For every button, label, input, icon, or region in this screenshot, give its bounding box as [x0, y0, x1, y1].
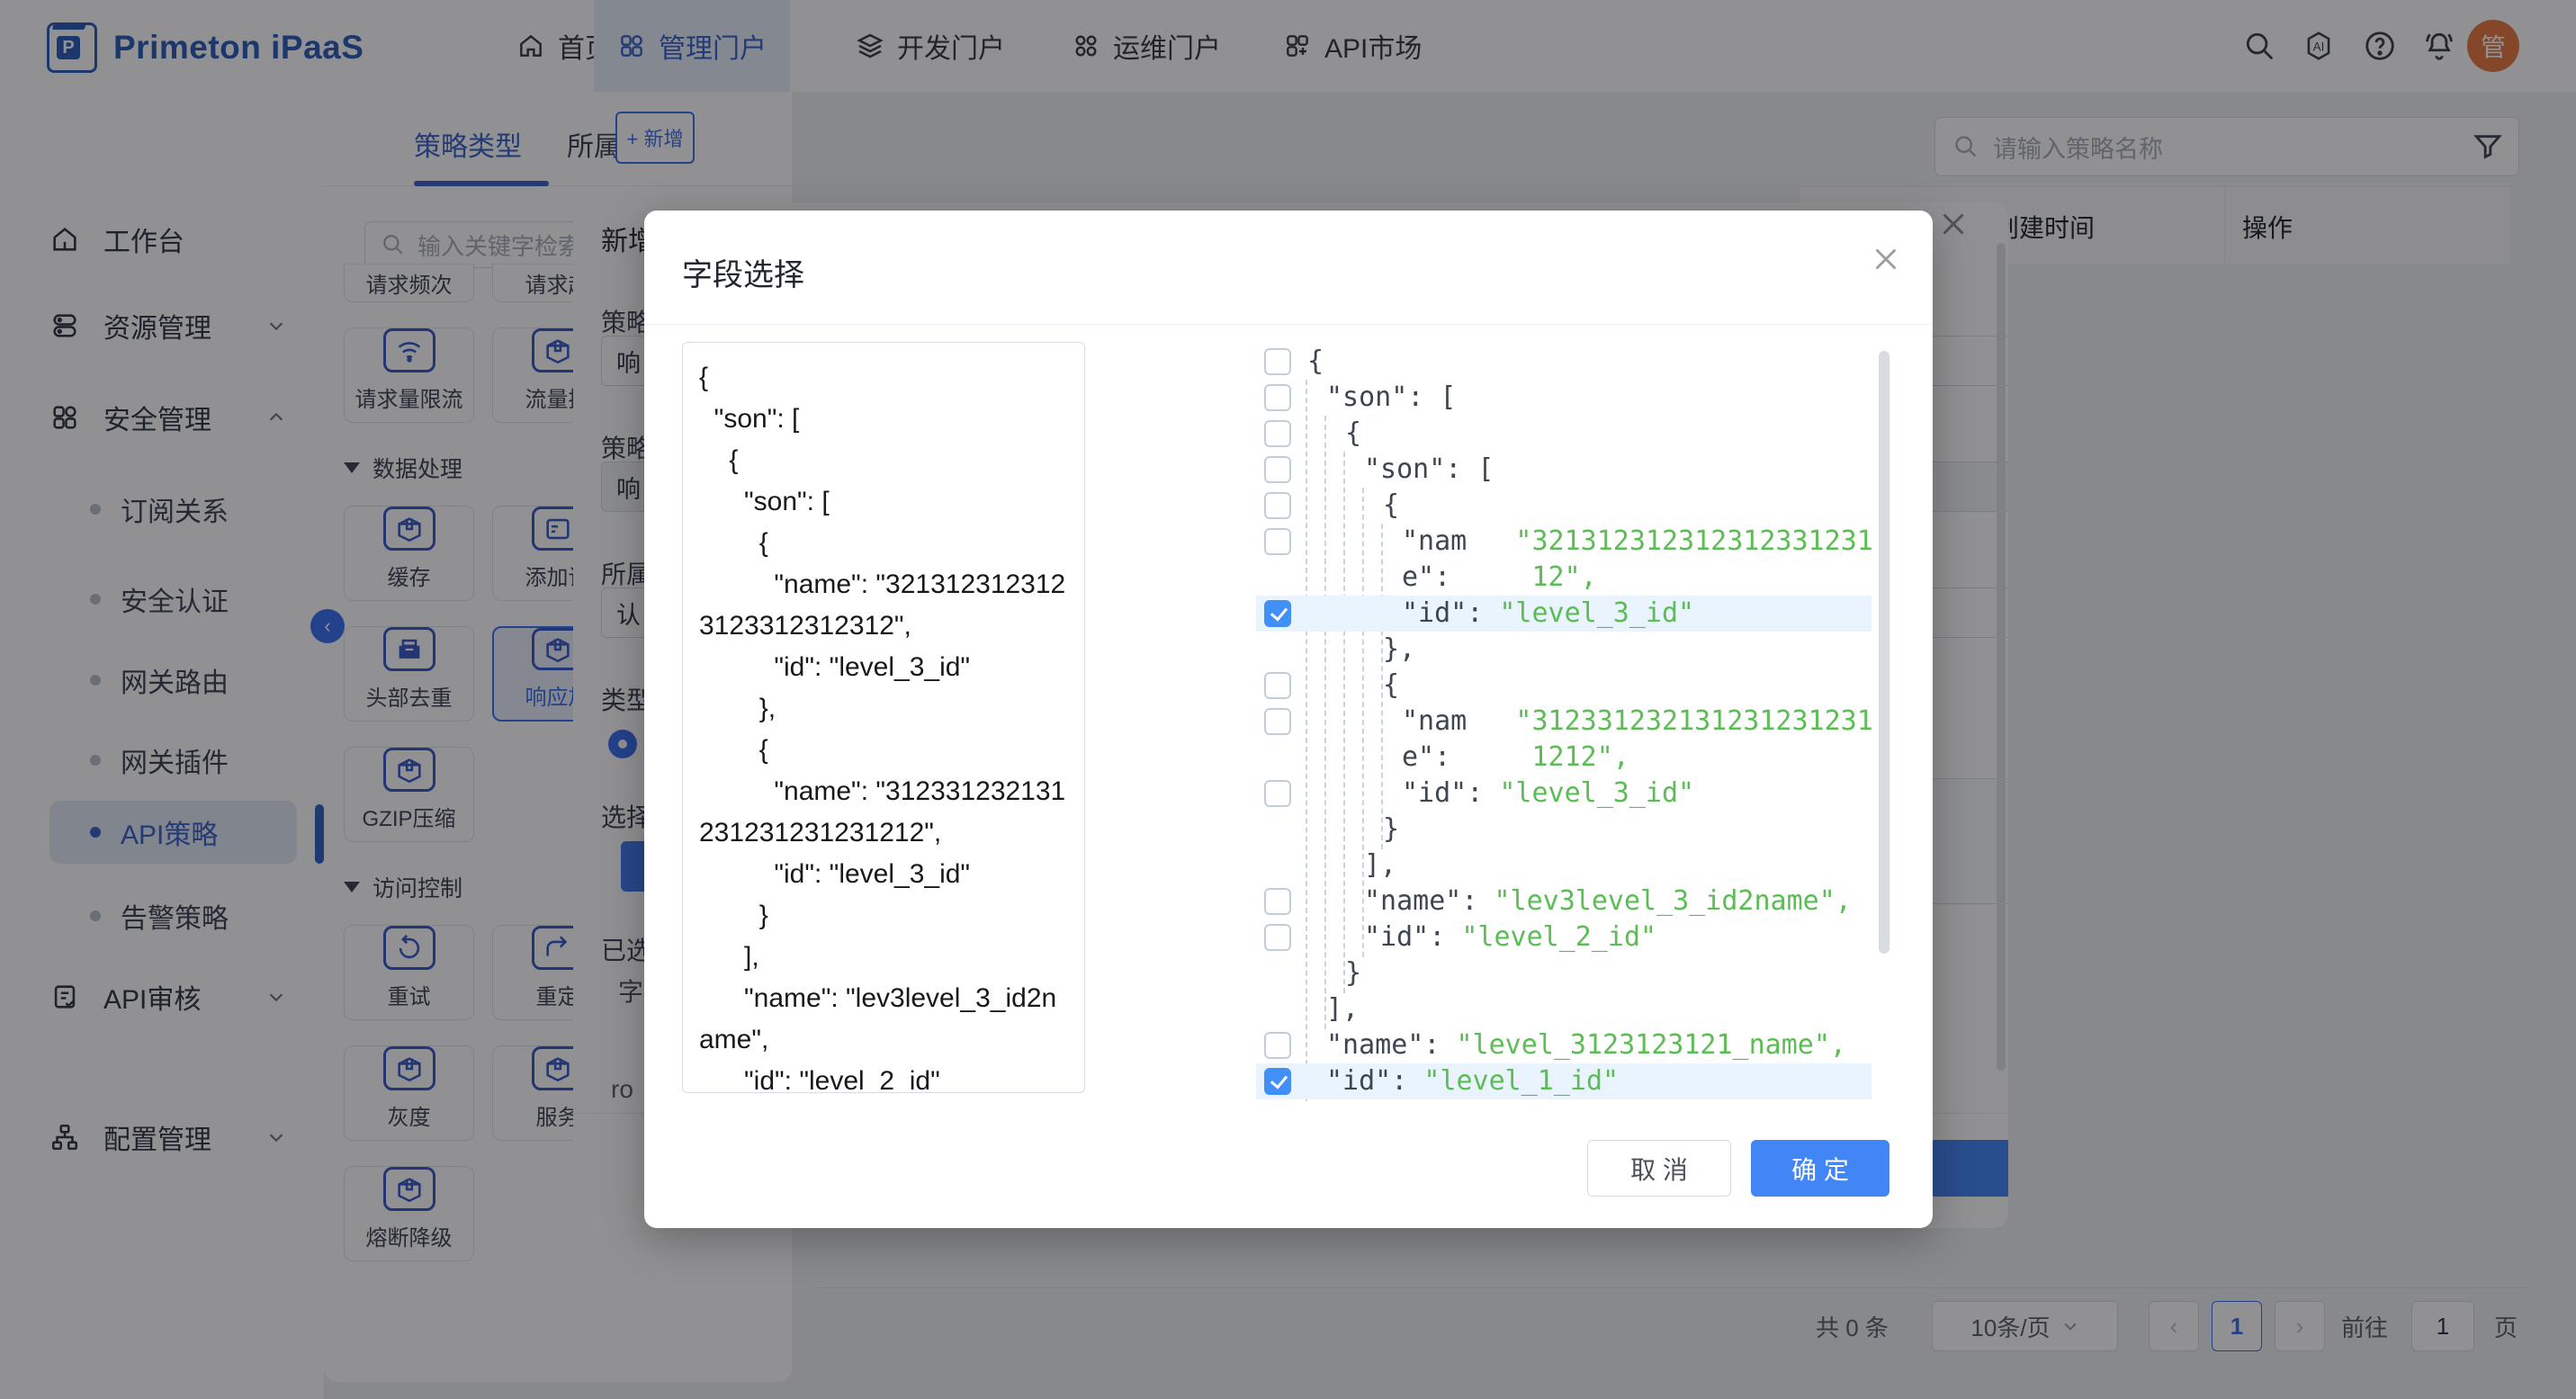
checkbox-unchecked[interactable] [1264, 348, 1291, 375]
tree-row: ], [1256, 847, 1871, 883]
tree-row: e": 12", [1256, 560, 1871, 596]
tree-row: e": 1212", [1256, 740, 1871, 776]
checkbox-checked[interactable] [1264, 1068, 1291, 1095]
tree-row: }, [1256, 632, 1871, 668]
close-icon[interactable] [1870, 243, 1902, 275]
tree-row: "name": "level_3123123121_name", [1256, 1027, 1871, 1063]
modal-title: 字段选择 [682, 250, 804, 294]
tree-row: "id": "level_3_id" [1256, 776, 1871, 812]
checkbox-unchecked[interactable] [1264, 492, 1291, 519]
field-select-modal: 字段选择 { "son": [ { "son": [ { "name": "32… [644, 211, 1933, 1228]
checkbox-unchecked[interactable] [1264, 708, 1291, 735]
tree-row: } [1256, 812, 1871, 847]
tree-row: "nam "31233123213123123123123 [1256, 704, 1871, 740]
checkbox-unchecked[interactable] [1264, 420, 1291, 447]
tree-row: "id": "level_2_id" [1256, 919, 1871, 955]
tree-row: "id": "level_1_id" [1256, 1063, 1871, 1099]
tree-row: "son": [ [1256, 452, 1871, 488]
checkbox-checked[interactable] [1264, 600, 1291, 627]
checkbox-unchecked[interactable] [1264, 888, 1291, 915]
tree-scrollbar[interactable] [1879, 351, 1889, 954]
tree-row: ], [1256, 991, 1871, 1027]
json-field-tree: {"son": [{"son": [{"nam "321312312312312… [1256, 344, 1871, 1101]
checkbox-unchecked[interactable] [1264, 456, 1291, 483]
tree-row: { [1256, 416, 1871, 452]
checkbox-unchecked[interactable] [1264, 924, 1291, 951]
tree-row: } [1256, 955, 1871, 991]
cancel-button[interactable]: 取 消 [1587, 1140, 1731, 1197]
checkbox-unchecked[interactable] [1264, 1032, 1291, 1059]
checkbox-unchecked[interactable] [1264, 528, 1291, 555]
tree-row: { [1256, 344, 1871, 380]
checkbox-unchecked[interactable] [1264, 384, 1291, 411]
source-json-box: { "son": [ { "son": [ { "name": "3213123… [682, 342, 1085, 1093]
checkbox-unchecked[interactable] [1264, 780, 1291, 807]
tree-row: "id": "level_3_id" [1256, 596, 1871, 632]
checkbox-unchecked[interactable] [1264, 672, 1291, 699]
tree-row: "son": [ [1256, 380, 1871, 416]
confirm-button[interactable]: 确 定 [1751, 1140, 1889, 1197]
tree-row: "nam "32131231231231233123123 [1256, 524, 1871, 560]
app-root: P Primeton iPaaS 首页管理门户开发门户运维门户API市场 AI … [0, 0, 2576, 1399]
tree-row: { [1256, 488, 1871, 524]
tree-row: { [1256, 668, 1871, 704]
modal-header-divider [644, 324, 1933, 325]
tree-row: "name": "lev3level_3_id2name", [1256, 883, 1871, 919]
